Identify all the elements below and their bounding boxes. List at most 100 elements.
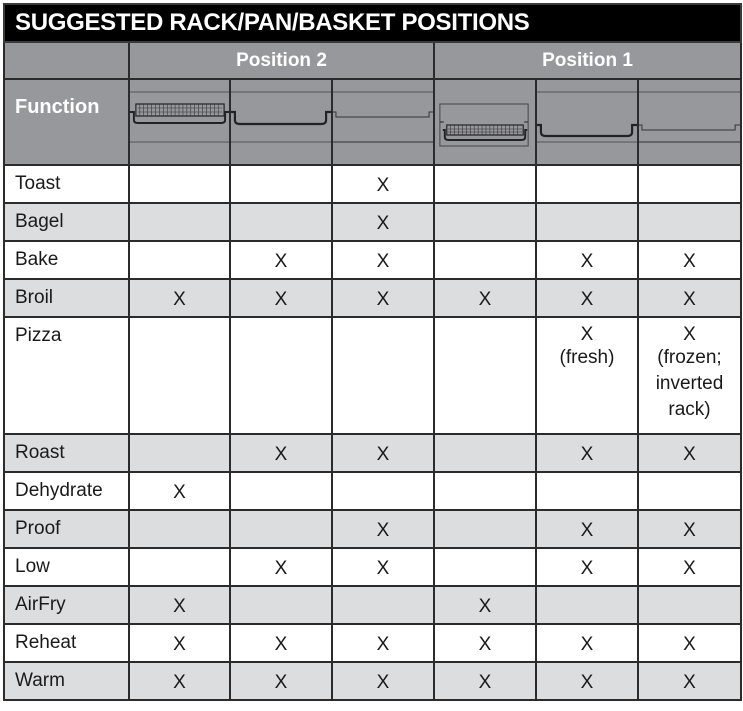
table-cell: X xyxy=(331,278,435,318)
table-cell xyxy=(535,164,639,204)
table-cell xyxy=(433,202,537,242)
table-cell xyxy=(636,471,743,511)
table-cell xyxy=(535,202,639,242)
table-row-reheat: Reheat X X X X X X xyxy=(3,623,743,663)
table-cell: X xyxy=(636,623,743,663)
table-cell: X xyxy=(128,623,231,663)
table-cell: X xyxy=(128,661,231,701)
table-cell: X xyxy=(636,547,743,587)
table-cell: X xyxy=(229,547,333,587)
table-cell: X xyxy=(636,661,743,701)
table-row-bake: Bake X X X X xyxy=(3,240,743,280)
table-cell: X xyxy=(535,547,639,587)
table-cell: X xyxy=(128,471,231,511)
table-cell: X xyxy=(636,433,743,473)
table-row-low: Low X X X X xyxy=(3,547,743,587)
table-cell xyxy=(128,316,231,435)
function-label: Broil xyxy=(3,278,130,318)
table-cell xyxy=(433,471,537,511)
wire-rack-icon xyxy=(639,91,741,143)
table-cell xyxy=(128,509,231,549)
table-row-dehydrate: Dehydrate X xyxy=(3,471,743,511)
table-cell xyxy=(433,240,537,280)
table-cell xyxy=(229,316,333,435)
position-2-header: Position 2 xyxy=(128,41,435,80)
function-label: Warm xyxy=(3,661,130,701)
table-cell: X xyxy=(535,661,639,701)
table-cell: X xyxy=(229,278,333,318)
pos1-basket-column xyxy=(433,78,537,166)
function-label: Low xyxy=(3,547,130,587)
function-label: Toast xyxy=(3,164,130,204)
table-cell xyxy=(636,164,743,204)
table-cell: X xyxy=(229,661,333,701)
table-cell xyxy=(331,585,435,625)
table-title: SUGGESTED RACK/PAN/BASKET POSITIONS xyxy=(2,3,743,43)
cell-note: (frozen; inverted rack) xyxy=(655,347,724,420)
table-cell: X xyxy=(229,433,333,473)
pos1-rack-column xyxy=(636,78,743,166)
function-label: Roast xyxy=(3,433,130,473)
cell-mark: X xyxy=(683,324,696,345)
table-cell: X xyxy=(331,623,435,663)
table-cell: X xyxy=(636,278,743,318)
table-row-pizza: Pizza X (fresh) X (frozen; inverted rack… xyxy=(3,316,743,435)
table-cell xyxy=(128,240,231,280)
pos2-basket-column xyxy=(128,78,231,166)
table-cell xyxy=(229,509,333,549)
table-cell: X xyxy=(636,509,743,549)
table-cell: X xyxy=(331,547,435,587)
table-cell xyxy=(128,202,231,242)
table-cell xyxy=(636,585,743,625)
table-cell: X xyxy=(331,240,435,280)
air-fry-basket-icon xyxy=(130,91,229,143)
table-row-broil: Broil X X X X X X xyxy=(3,278,743,318)
table-cell: X xyxy=(229,240,333,280)
table-cell xyxy=(433,547,537,587)
table-cell: X xyxy=(331,202,435,242)
function-label: AirFry xyxy=(3,585,130,625)
table-cell xyxy=(636,202,743,242)
function-label: Reheat xyxy=(3,623,130,663)
table-cell xyxy=(128,547,231,587)
table-cell: X xyxy=(433,623,537,663)
rack-position-table: SUGGESTED RACK/PAN/BASKET POSITIONS Posi… xyxy=(2,3,743,701)
table-cell xyxy=(433,509,537,549)
function-label: Bagel xyxy=(3,202,130,242)
table-cell: X xyxy=(128,585,231,625)
table-cell xyxy=(331,471,435,511)
function-header: Function xyxy=(3,78,130,166)
table-cell-with-note: X (fresh) xyxy=(535,316,639,435)
table-cell: X xyxy=(331,164,435,204)
table-cell xyxy=(433,316,537,435)
position-1-header: Position 1 xyxy=(432,41,743,80)
pos2-rack-column xyxy=(331,78,435,166)
function-label: Dehydrate xyxy=(3,471,130,511)
function-label: Proof xyxy=(3,509,130,549)
table-cell-with-note: X (frozen; inverted rack) xyxy=(636,316,743,435)
pos2-pan-column xyxy=(229,78,333,166)
function-label: Bake xyxy=(3,240,130,280)
table-row-warm: Warm X X X X X X xyxy=(3,661,743,701)
table-cell: X xyxy=(331,661,435,701)
table-cell: X xyxy=(535,240,639,280)
table-cell: X xyxy=(535,623,639,663)
table-cell xyxy=(128,433,231,473)
baking-pan-icon xyxy=(537,91,637,143)
table-cell xyxy=(229,164,333,204)
table-cell xyxy=(229,585,333,625)
table-cell xyxy=(229,471,333,511)
table-row-proof: Proof X X X xyxy=(3,509,743,549)
cell-note: (fresh) xyxy=(559,347,615,368)
wire-rack-icon xyxy=(333,91,433,143)
table-cell: X xyxy=(535,433,639,473)
rack-position-table-container: SUGGESTED RACK/PAN/BASKET POSITIONS Posi… xyxy=(2,3,743,701)
cell-mark: X xyxy=(580,324,594,345)
table-cell xyxy=(331,316,435,435)
table-cell: X xyxy=(331,433,435,473)
corner-blank xyxy=(3,41,130,80)
table-cell: X xyxy=(433,661,537,701)
table-cell: X xyxy=(433,278,537,318)
table-cell xyxy=(535,585,639,625)
air-fry-basket-icon xyxy=(439,103,529,147)
